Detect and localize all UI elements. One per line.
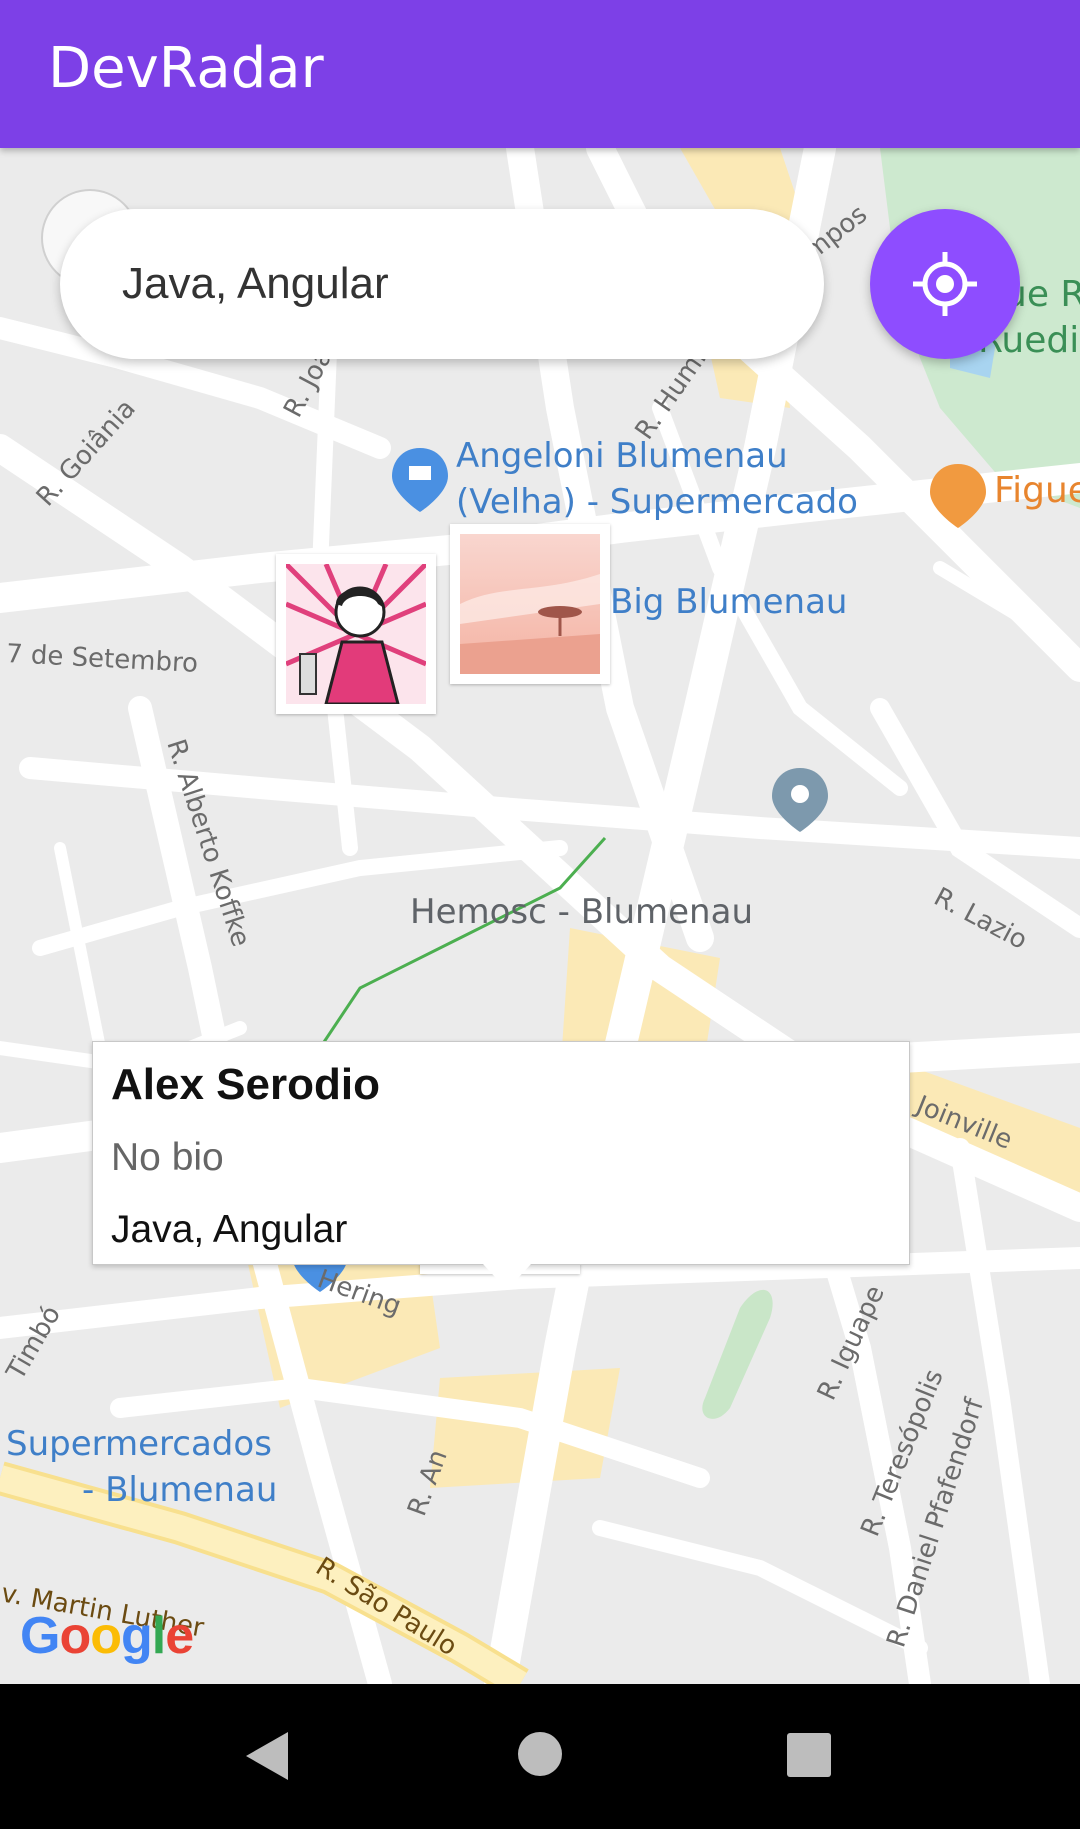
poi-label-supermercados: Supermercados: [6, 1424, 272, 1464]
dev-marker-1[interactable]: [276, 554, 436, 714]
home-icon[interactable]: [516, 1730, 564, 1778]
poi-label-hemosc: Hemosc - Blumenau: [410, 892, 753, 932]
dev-marker-2[interactable]: [450, 524, 610, 684]
search-input[interactable]: Java, Angular: [60, 209, 824, 359]
dev-techs: Java, Angular: [111, 1208, 348, 1251]
poi-label-angeloni-sub: (Velha) - Supermercado: [456, 482, 858, 522]
dev-avatar-1: [286, 564, 426, 704]
app-title: DevRadar: [48, 36, 324, 101]
poi-label-supermercados-sub: - Blumenau: [82, 1470, 278, 1510]
callout-tail: [483, 1264, 531, 1290]
app-bar: DevRadar: [0, 0, 1080, 148]
dev-bio: No bio: [111, 1136, 224, 1179]
poi-label-big: Big Blumenau: [610, 582, 848, 622]
recents-icon[interactable]: [786, 1732, 832, 1778]
my-location-icon: [913, 252, 977, 316]
google-logo: Google: [20, 1607, 194, 1665]
search-input-value: Java, Angular: [122, 259, 389, 308]
dev-avatar-2: [460, 534, 600, 674]
poi-label-angeloni: Angeloni Blumenau: [456, 436, 788, 476]
system-nav-bar: [0, 1684, 1080, 1829]
my-location-button[interactable]: [870, 209, 1020, 359]
dev-name: Alex Serodio: [111, 1060, 380, 1109]
poi-label-figue: Figue: [994, 470, 1080, 511]
back-icon[interactable]: [240, 1728, 296, 1784]
map-view[interactable]: Angeloni Blumenau (Velha) - Supermercado…: [0, 148, 1080, 1684]
dev-callout[interactable]: Alex Serodio No bio Java, Angular: [92, 1041, 910, 1290]
